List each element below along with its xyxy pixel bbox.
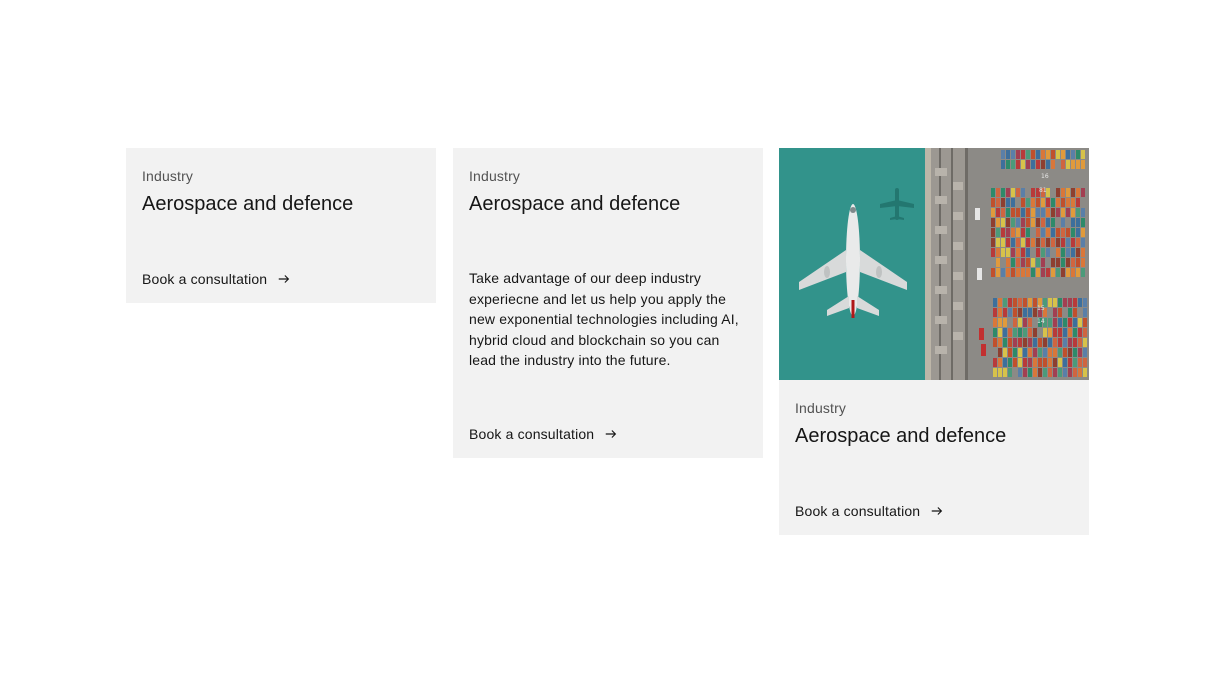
book-consultation-link[interactable]: Book a consultation [142, 270, 291, 288]
book-consultation-link[interactable]: Book a consultation [469, 425, 618, 443]
card-eyebrow: Industry [142, 168, 194, 184]
industry-card-2[interactable]: Industry Aerospace and defence Take adva… [453, 148, 763, 458]
arrow-right-icon [278, 275, 290, 283]
cta-label: Book a consultation [795, 503, 921, 519]
port-aerial-image: 16 81 15 14 [779, 148, 1089, 380]
card-title: Aerospace and defence [795, 425, 1007, 447]
arrow-right-icon [605, 430, 617, 438]
industry-card-3[interactable]: 16 81 15 14 Industry Aerospace and defen… [779, 148, 1089, 535]
card-description: Take advantage of our deep industry expe… [469, 270, 739, 368]
card-eyebrow: Industry [469, 168, 521, 184]
svg-text:81: 81 [1039, 187, 1047, 194]
arrow-right-icon [931, 507, 943, 515]
card-title: Aerospace and defence [469, 193, 681, 215]
svg-text:15: 15 [1037, 305, 1045, 312]
cta-label: Book a consultation [142, 271, 268, 287]
card-eyebrow: Industry [795, 400, 847, 416]
svg-text:16: 16 [1041, 173, 1049, 180]
industry-card-1[interactable]: Industry Aerospace and defence Book a co… [126, 148, 436, 303]
cta-label: Book a consultation [469, 426, 595, 442]
svg-text:14: 14 [1037, 318, 1045, 325]
card-image: 16 81 15 14 [779, 148, 1089, 380]
book-consultation-link[interactable]: Book a consultation [795, 502, 944, 520]
card-title: Aerospace and defence [142, 193, 354, 215]
